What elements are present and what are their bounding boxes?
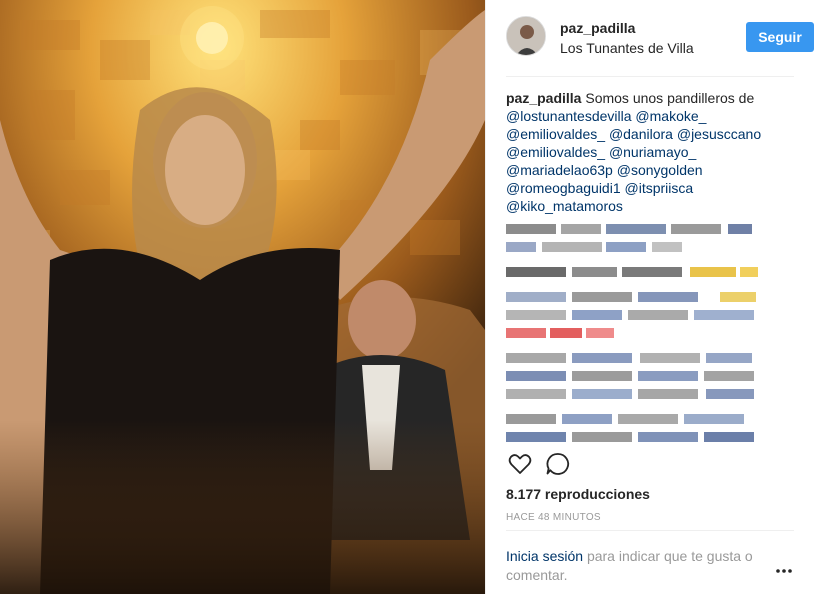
redacted-comment xyxy=(506,387,796,401)
redacted-comment xyxy=(506,351,796,365)
mention-link[interactable]: @romeogbaguidi1 xyxy=(506,180,621,196)
caption-username[interactable]: paz_padilla xyxy=(506,90,581,106)
post-caption: paz_padilla Somos unos pandilleros de @l… xyxy=(506,89,796,215)
mention-link[interactable]: @lostunantesdevilla xyxy=(506,108,632,124)
mention-link[interactable]: @emiliovaldes_ xyxy=(506,144,605,160)
comments-list xyxy=(506,222,796,448)
view-count: 8.177 reproducciones xyxy=(506,486,650,502)
mention-link[interactable]: @kiko_matamoros xyxy=(506,198,623,214)
video-frame xyxy=(0,0,485,594)
post-actions xyxy=(506,450,794,478)
redacted-comment xyxy=(506,430,796,444)
post-timestamp[interactable]: HACE 48 MINUTOS xyxy=(506,512,601,523)
mention-link[interactable]: @danilora xyxy=(609,126,673,142)
post-sidebar: paz_padilla Los Tunantes de Villa Seguir… xyxy=(485,0,816,594)
redacted-comment xyxy=(506,326,796,340)
mention-link[interactable]: @itspriisca xyxy=(625,180,694,196)
mention-link[interactable]: @emiliovaldes_ xyxy=(506,126,605,142)
avatar-image xyxy=(507,17,545,55)
redacted-comment xyxy=(506,308,796,322)
login-link[interactable]: Inicia sesión xyxy=(506,548,583,564)
mention-link[interactable]: @jesusccano xyxy=(677,126,761,142)
heart-icon[interactable] xyxy=(506,450,534,478)
header-location[interactable]: Los Tunantes de Villa xyxy=(560,40,694,56)
header-username[interactable]: paz_padilla xyxy=(560,20,635,36)
redacted-comment xyxy=(506,290,796,304)
mention-link[interactable]: @mariadelao63p xyxy=(506,162,613,178)
post-header: paz_padilla Los Tunantes de Villa Seguir xyxy=(506,16,814,58)
redacted-comment xyxy=(506,222,796,236)
post-media[interactable] xyxy=(0,0,485,594)
comment-icon[interactable] xyxy=(544,450,572,478)
redacted-comment xyxy=(506,369,796,383)
footer-divider xyxy=(506,530,794,531)
redacted-comment xyxy=(506,240,796,254)
caption-text: Somos unos pandilleros de xyxy=(585,90,755,106)
avatar[interactable] xyxy=(506,16,546,56)
redacted-comment xyxy=(506,412,796,426)
more-options-icon[interactable] xyxy=(774,562,794,578)
mention-link[interactable]: @makoke_ xyxy=(635,108,706,124)
mention-link[interactable]: @sonygolden xyxy=(617,162,703,178)
header-divider xyxy=(506,76,794,77)
follow-button[interactable]: Seguir xyxy=(746,22,814,52)
login-prompt: Inicia sesión para indicar que te gusta … xyxy=(506,547,761,585)
redacted-comment xyxy=(506,265,796,279)
mention-link[interactable]: @nuriamayo_ xyxy=(609,144,696,160)
